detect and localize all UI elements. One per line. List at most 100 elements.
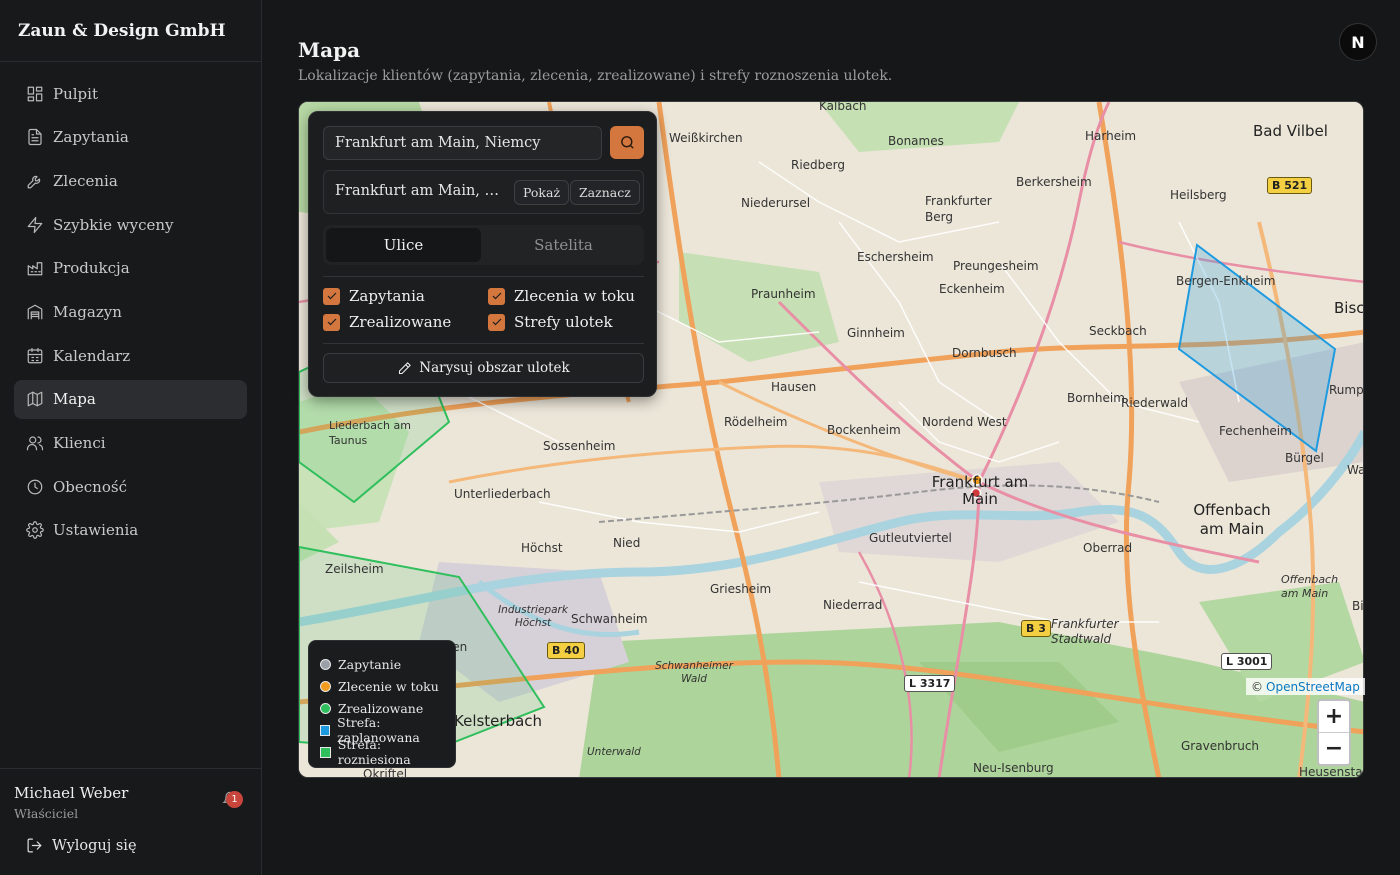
sidebar-item-label: Pulpit — [53, 84, 98, 103]
place-label: Neu-Isenburg — [973, 761, 1054, 775]
place-label: Fechenheim — [1219, 424, 1292, 438]
place-label: Offenbach am Main — [1193, 501, 1271, 538]
sidebar-item-produkcja[interactable]: Produkcja — [14, 249, 247, 288]
check-icon — [327, 292, 336, 300]
legend-dot-completed — [320, 702, 331, 714]
place-label: Riedberg — [791, 158, 846, 172]
sidebar-item-obecnosc[interactable]: Obecność — [14, 467, 247, 506]
filter-label: Zlecenia w toku — [514, 287, 635, 305]
sidebar-item-label: Zlecenia — [53, 171, 118, 190]
filter-strefy-checkbox[interactable]: Strefy ulotek — [488, 313, 613, 331]
show-button[interactable]: Pokaż — [514, 180, 570, 205]
notification-badge: 1 — [226, 791, 243, 808]
place-label: Dornbusch — [952, 346, 1017, 360]
sidebar-item-magazyn[interactable]: Magazyn — [14, 292, 247, 331]
place-label: Riederwald — [1121, 396, 1189, 410]
tab-satellite[interactable]: Satelita — [486, 228, 641, 262]
sidebar-item-ustawienia[interactable]: Ustawienia — [14, 511, 247, 550]
filter-zrealizowane-checkbox[interactable]: Zrealizowane — [323, 313, 451, 331]
legend-item: Zlecenie w toku — [320, 675, 455, 697]
place-label: Eckenheim — [939, 282, 1005, 296]
clock-icon — [26, 478, 44, 496]
place-label: Schwanheim — [571, 612, 648, 626]
legend-label: Zlecenie w toku — [338, 678, 439, 694]
place-label: Schwanheimer Wald — [655, 660, 733, 685]
map-control-panel: Frankfurt am Main, Hessen, Deutschland P… — [308, 111, 657, 397]
filter-label: Zrealizowane — [349, 313, 452, 331]
logout-icon — [27, 838, 42, 853]
place-label: Seckbach — [1089, 324, 1147, 338]
checkbox-checked — [323, 287, 340, 305]
brand-title: Zaun & Design GmbH — [0, 0, 261, 62]
sidebar-item-label: Ustawienia — [53, 521, 139, 540]
road-badge: B 3 — [1021, 620, 1051, 637]
sidebar-item-zapytania[interactable]: Zapytania — [14, 118, 247, 157]
place-label: Gravenbruch — [1181, 739, 1260, 753]
filter-zlecenia-checkbox[interactable]: Zlecenia w toku — [488, 287, 635, 305]
file-text-icon — [26, 128, 44, 146]
pencil-icon — [399, 361, 412, 374]
place-label: Gutleutviertel — [869, 531, 952, 545]
place-label: Unterliederbach — [454, 487, 551, 501]
sidebar-item-klienci[interactable]: Klienci — [14, 424, 247, 463]
place-label: Bornheim — [1067, 391, 1125, 405]
warehouse-icon — [26, 303, 44, 321]
legend-item: Strefa: rozniesiona — [320, 737, 455, 767]
road-badge: B 521 — [1267, 177, 1313, 194]
calendar-icon — [26, 347, 44, 365]
sidebar-item-mapa[interactable]: Mapa — [14, 379, 247, 419]
sidebar-item-szybkie-wyceny[interactable]: Szybkie wyceny — [14, 205, 247, 244]
place-label: Ginnheim — [847, 326, 905, 340]
sidebar-item-label: Zapytania — [53, 128, 129, 147]
legend-label: Strefa: rozniesiona — [337, 737, 411, 767]
sidebar-item-kalendarz[interactable]: Kalendarz — [14, 336, 247, 375]
sidebar-item-zlecenia[interactable]: Zlecenia — [14, 161, 247, 200]
filter-label: Strefy ulotek — [514, 313, 613, 331]
sidebar-nav: Pulpit Zapytania Zlecenia Szybkie wyceny… — [0, 62, 261, 550]
tab-streets[interactable]: Ulice — [326, 228, 481, 262]
user-name: Michael Weber — [14, 784, 129, 802]
zoom-out-button[interactable]: − — [1319, 733, 1349, 764]
factory-icon — [26, 259, 44, 277]
filter-label: Zapytania — [349, 287, 425, 305]
openstreetmap-link[interactable]: OpenStreetMap — [1266, 680, 1360, 694]
draw-flyer-area-label: Narysuj obszar ulotek — [419, 360, 570, 376]
place-label: Bi — [1352, 599, 1364, 613]
map-icon — [26, 390, 44, 408]
legend-square-distributed-zone — [320, 746, 331, 758]
copyright-symbol: © — [1251, 679, 1263, 694]
legend-label: Zapytanie — [338, 656, 402, 672]
place-label: Oberrad — [1083, 541, 1133, 555]
search-button[interactable] — [610, 126, 644, 159]
filter-zapytania-checkbox[interactable]: Zapytania — [323, 287, 425, 305]
map-view-toggle: Ulice Satelita — [323, 225, 644, 265]
sidebar-item-pulpit[interactable]: Pulpit — [14, 74, 247, 113]
logout-label: Wyloguj się — [52, 837, 137, 854]
place-label: Wal — [1347, 463, 1363, 477]
place-label: Höchst — [521, 541, 563, 555]
mark-button[interactable]: Zaznacz — [570, 180, 640, 205]
page-title: Mapa — [298, 38, 361, 62]
sidebar-item-label: Szybkie wyceny — [53, 215, 174, 234]
draw-flyer-area-button[interactable]: Narysuj obszar ulotek — [323, 353, 644, 383]
place-label: Bürgel — [1285, 451, 1324, 465]
place-label: Nordend West — [922, 415, 1007, 429]
place-label: Sossenheim — [543, 439, 616, 453]
logout-button[interactable]: Wyloguj się — [26, 837, 137, 854]
place-label: Bergen-Enkheim — [1176, 274, 1276, 288]
search-result: Frankfurt am Main, Hessen, Deutschland P… — [323, 170, 644, 214]
panel-divider — [323, 343, 644, 344]
sidebar-item-label: Mapa — [53, 390, 96, 409]
wrench-icon — [26, 172, 44, 190]
checkbox-checked — [488, 287, 505, 305]
place-label: Rödelheim — [724, 415, 788, 429]
lightning-icon — [26, 216, 44, 234]
place-label: Kelsterbach — [454, 712, 543, 730]
avatar[interactable]: N — [1339, 23, 1377, 61]
place-label: Zeilsheim — [325, 562, 384, 576]
location-search-input[interactable] — [323, 126, 602, 160]
sidebar-item-label: Obecność — [53, 477, 127, 496]
zoom-in-button[interactable]: + — [1319, 701, 1349, 732]
panel-divider — [323, 276, 644, 277]
place-label: Liederbach am Taunus — [329, 419, 411, 447]
